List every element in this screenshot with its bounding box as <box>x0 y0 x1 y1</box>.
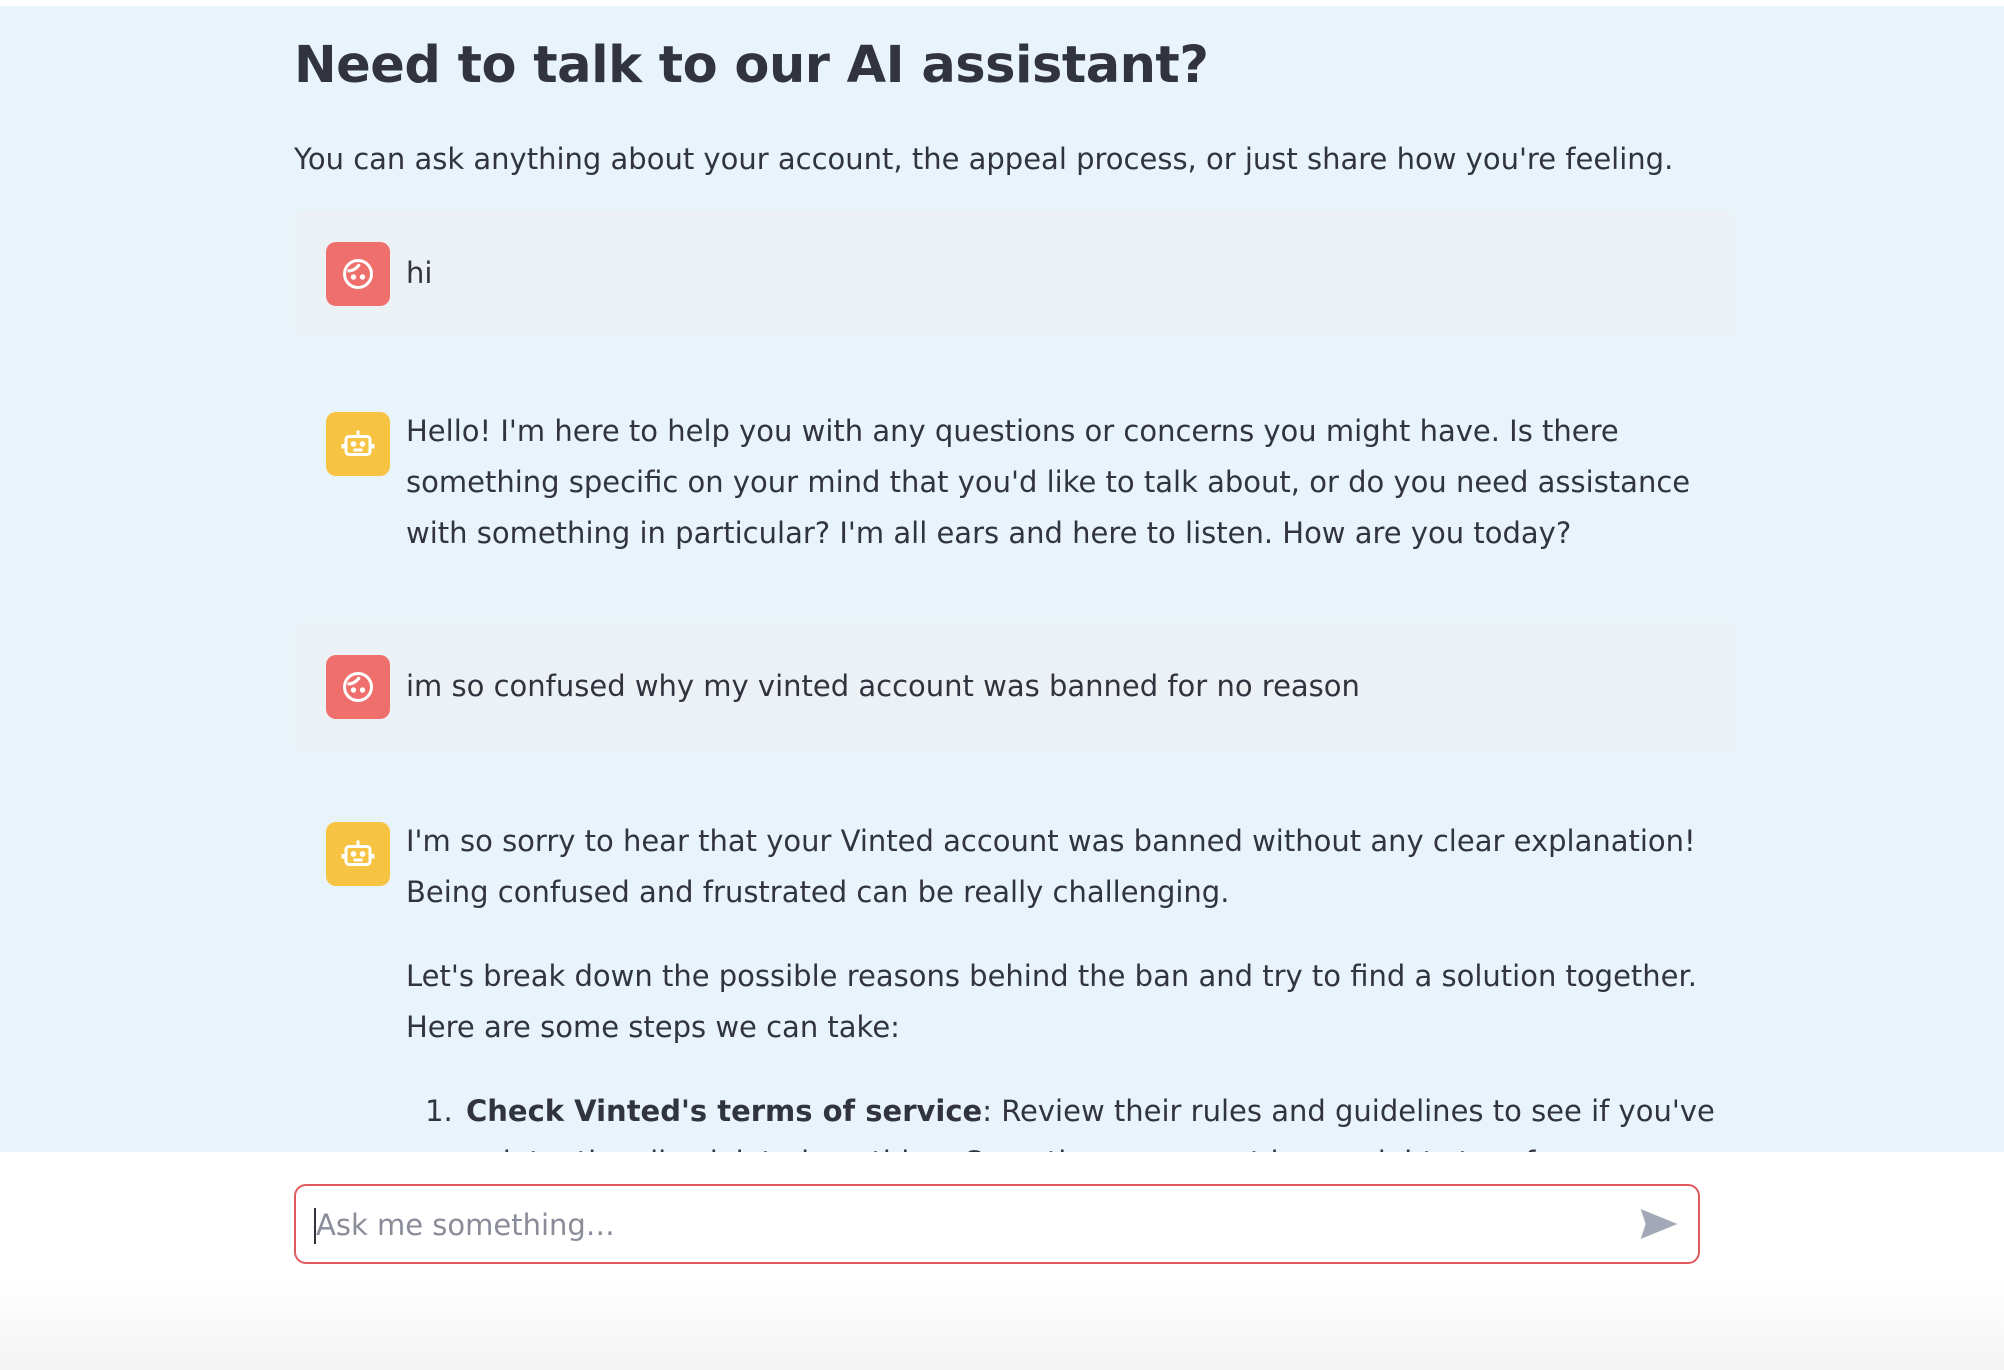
face-icon <box>343 259 373 289</box>
chat-message-user: im so confused why my vinted account was… <box>294 622 1736 752</box>
chat-input-container[interactable] <box>294 1184 1700 1264</box>
face-icon <box>343 672 373 702</box>
message-text: im so confused why my vinted account was… <box>406 669 1360 703</box>
message-text: hi <box>406 256 433 290</box>
list-item: Check Vinted's terms of service: Review … <box>462 1086 1720 1152</box>
robot-icon <box>341 840 375 866</box>
chat-message-assistant: I'm so sorry to hear that your Vinted ac… <box>294 796 1736 1152</box>
assistant-avatar <box>326 822 390 886</box>
user-avatar <box>326 242 390 306</box>
robot-icon <box>341 430 375 456</box>
page-subtitle: You can ask anything about your account,… <box>294 142 1674 176</box>
send-button[interactable] <box>1638 1204 1680 1244</box>
assistant-avatar <box>326 412 390 476</box>
page-title: Need to talk to our AI assistant? <box>294 36 1209 95</box>
list-item-heading: Check Vinted's terms of service <box>466 1094 983 1128</box>
message-text: Hello! I'm here to help you with any que… <box>406 414 1691 550</box>
send-icon <box>1640 1209 1678 1239</box>
message-paragraph: Let's break down the possible reasons be… <box>406 959 1697 1044</box>
steps-list: Check Vinted's terms of service: Review … <box>406 1086 1720 1152</box>
text-cursor <box>314 1208 316 1244</box>
chat-input-area <box>0 1152 2004 1370</box>
chat-message-user: hi <box>294 212 1736 336</box>
message-paragraph: I'm so sorry to hear that your Vinted ac… <box>406 824 1696 909</box>
chat-app: Need to talk to our AI assistant? You ca… <box>0 6 2004 1152</box>
user-avatar <box>326 655 390 719</box>
message-text: I'm so sorry to hear that your Vinted ac… <box>406 816 1720 1152</box>
chat-input[interactable] <box>314 1186 1618 1264</box>
chat-message-assistant: Hello! I'm here to help you with any que… <box>294 386 1736 586</box>
